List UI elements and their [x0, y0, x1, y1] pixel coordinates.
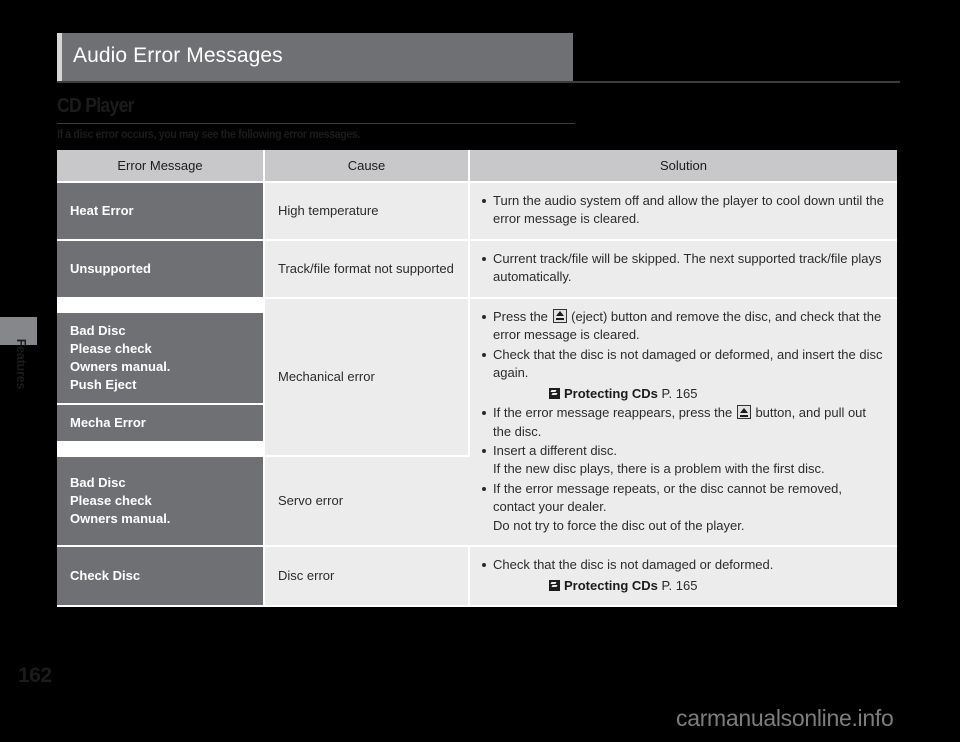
solution-bullet-list: Check that the disc is not damaged or de…	[480, 556, 885, 595]
solution-cell: Turn the audio system off and allow the …	[470, 183, 897, 241]
error-message-line: Bad Disc	[70, 475, 126, 491]
error-message-cell: Check Disc	[57, 547, 265, 608]
solution-text: Insert a different disc.	[493, 442, 618, 458]
error-message-line: Bad Disc	[70, 323, 126, 339]
error-message-block: Mecha Error	[57, 404, 263, 441]
solution-bullet-list: Current track/file will be skipped. The …	[480, 250, 885, 287]
cause-cell: Disc error	[265, 547, 470, 608]
error-message-line: Please check	[70, 493, 152, 509]
solution-bullet: Insert a different disc. If the new disc…	[480, 442, 885, 479]
cross-reference-page: P. 165	[661, 385, 698, 401]
column-header-solution: Solution	[470, 150, 897, 183]
table-header-row: Error Message Cause Solution	[57, 150, 897, 183]
section-heading: CD Player	[57, 95, 135, 117]
table-row: Unsupported Track/file format not suppor…	[57, 240, 897, 299]
column-header-error-message: Error Message	[57, 150, 265, 183]
page-title-band: Audio Error Messages	[57, 33, 573, 81]
section-divider	[57, 123, 575, 124]
table-row: Check Disc Disc error Check that the dis…	[57, 547, 897, 608]
solution-bullet: Press the (eject) button and remove the …	[480, 308, 885, 345]
error-message-line: Owners manual.	[70, 511, 171, 527]
solution-bullet: If the error message repeats, or the dis…	[480, 480, 885, 535]
cause-cell: High temperature	[265, 183, 470, 241]
error-message-cell: Heat Error	[57, 183, 265, 241]
eject-icon	[736, 405, 751, 420]
error-messages-table: Error Message Cause Solution Heat Error …	[57, 150, 897, 608]
error-message-cell: Bad Disc Please check Owners manual. Pus…	[57, 298, 265, 458]
table-row: Heat Error High temperature Turn the aud…	[57, 183, 897, 241]
table-row: Bad Disc Please check Owners manual. Pus…	[57, 298, 897, 548]
solution-bullet: Check that the disc is not damaged or de…	[480, 556, 885, 595]
jump-arrow-icon	[549, 387, 560, 399]
error-message-block: Bad Disc Please check Owners manual. Pus…	[57, 313, 263, 403]
eject-icon	[552, 308, 567, 323]
solution-text: Press the	[493, 308, 548, 324]
solution-text: (eject) button and remove the disc, and …	[493, 308, 882, 343]
solution-text: Check that the disc is not damaged or de…	[493, 557, 774, 573]
title-divider	[57, 81, 900, 83]
cross-reference[interactable]: Protecting CDs P. 165	[493, 385, 885, 403]
solution-text: If the error message reappears, press th…	[493, 405, 733, 421]
jump-arrow-icon	[549, 579, 560, 591]
solution-bullet-list: Turn the audio system off and allow the …	[480, 192, 885, 229]
column-header-cause: Cause	[265, 150, 470, 183]
manual-page: Features 162 Audio Error Messages CD Pla…	[0, 0, 960, 742]
error-message-cell: Unsupported	[57, 240, 265, 299]
cause-cell: Track/file format not supported	[265, 240, 470, 299]
solution-bullet: Turn the audio system off and allow the …	[480, 192, 885, 229]
page-number: 162	[18, 664, 52, 687]
chapter-label: Features	[14, 338, 28, 390]
solution-text: Do not try to force the disc out of the …	[493, 517, 745, 533]
cross-reference-title: Protecting CDs	[564, 577, 658, 593]
solution-bullet: If the error message reappears, press th…	[480, 404, 885, 441]
solution-bullet-list: Press the (eject) button and remove the …	[480, 308, 885, 535]
solution-text: Check that the disc is not damaged or de…	[493, 346, 883, 381]
solution-cell: Current track/file will be skipped. The …	[470, 240, 897, 299]
cause-cell: Servo error	[265, 457, 470, 548]
error-message-line: Push Eject	[70, 376, 137, 392]
error-message-cell: Bad Disc Please check Owners manual.	[57, 457, 265, 548]
error-message-line: Owners manual.	[70, 359, 171, 374]
title-accent-bar	[57, 33, 62, 81]
cross-reference-page: P. 165	[661, 577, 698, 593]
cross-reference-title: Protecting CDs	[564, 385, 658, 401]
solution-bullet: Current track/file will be skipped. The …	[480, 250, 885, 287]
watermark: carmanualsonline.info	[676, 705, 894, 731]
cause-cell: Mechanical error	[265, 298, 470, 458]
solution-cell: Check that the disc is not damaged or de…	[470, 547, 897, 608]
solution-text: If the new disc plays, there is a proble…	[493, 461, 825, 477]
error-message-line: Mecha Error	[70, 414, 146, 430]
solution-cell: Press the (eject) button and remove the …	[470, 298, 897, 548]
solution-text: If the error message repeats, or the dis…	[493, 480, 843, 515]
section-intro-text: If a disc error occurs, you may see the …	[57, 129, 361, 141]
cross-reference[interactable]: Protecting CDs P. 165	[493, 577, 885, 595]
error-message-line: Please check	[70, 341, 152, 357]
solution-bullet: Check that the disc is not damaged or de…	[480, 346, 885, 403]
page-title: Audio Error Messages	[73, 44, 283, 67]
